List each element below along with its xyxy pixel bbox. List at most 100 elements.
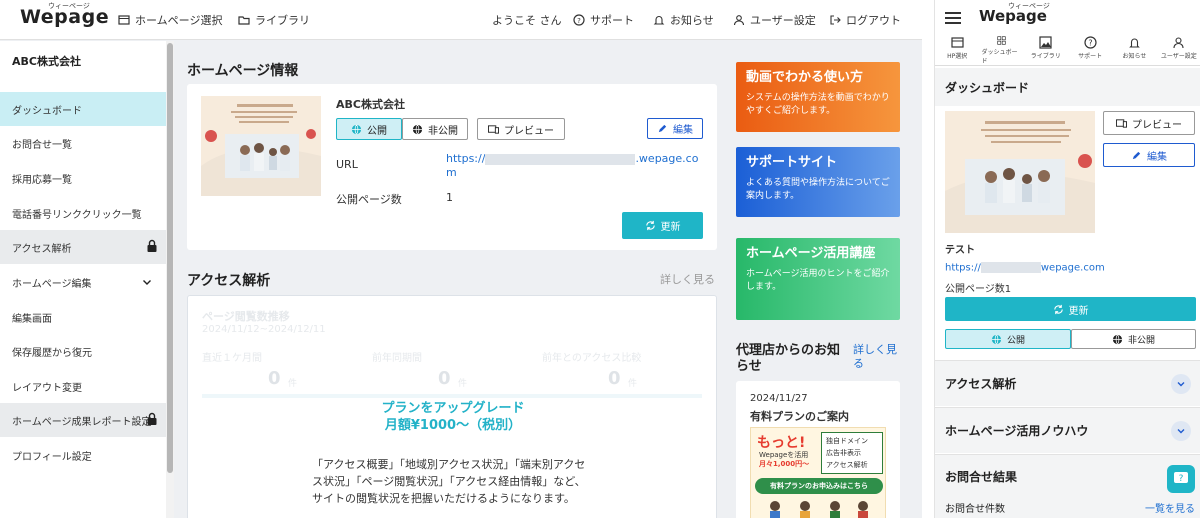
welcome-text: ようこそ さん [492, 14, 562, 27]
chevron-down-icon [1171, 421, 1191, 441]
mobile-nav-user-settings[interactable]: ユーザー設定 [1159, 36, 1199, 65]
help-chat-icon: ? [1174, 472, 1188, 484]
bell-icon [1129, 38, 1140, 48]
access-title: アクセス解析 [187, 273, 271, 289]
lock-icon [147, 412, 157, 425]
wepage-logo[interactable]: Wepage [20, 6, 109, 28]
nav-logout[interactable]: ログアウト [829, 12, 901, 28]
user-icon [733, 15, 745, 26]
faded-divider [202, 394, 702, 398]
mobile-edit-button[interactable]: 編集 [1103, 143, 1195, 167]
site-url-link[interactable]: https://.wepage.co m [446, 152, 708, 180]
mobile-inquiry-section: お問合せ結果 お問合せ件数 一覧を見る [935, 454, 1200, 518]
image-icon [1039, 36, 1052, 49]
sidebar-item-profile[interactable]: プロフィール設定 [0, 438, 166, 472]
sidebar: ABC株式会社 ダッシュボード お問合せ一覧 採用応募一覧 電話番号リンククリッ… [0, 41, 166, 518]
pages-label: 公開ページ数 [336, 193, 402, 206]
promo-cta: 有料プランのお申込みはこちら [755, 478, 883, 494]
mobile-nav-support[interactable]: ? サポート [1070, 36, 1110, 65]
news-date: 2024/11/27 [750, 393, 808, 404]
news-headline: 有料プランのご案内 [750, 410, 849, 423]
user-icon [1173, 37, 1184, 49]
faded-col-compare: 前年とのアクセス比較 [542, 353, 642, 364]
upgrade-heading: プランをアップグレード 月額¥1000～（税別） [381, 401, 525, 433]
sidebar-item-phone-clicks[interactable]: 電話番号リンククリック一覧 [0, 196, 166, 230]
promo-big: もっと! [757, 435, 806, 451]
faded-zero-3: 0 [608, 368, 621, 389]
mobile-nav-library[interactable]: ライブラリ [1026, 36, 1066, 65]
logout-icon [830, 15, 841, 25]
mobile-dashboard-title: ダッシュボード [935, 68, 1200, 106]
pages-value: 1 [446, 191, 453, 204]
sidebar-item-editor[interactable]: 編集画面 [0, 300, 166, 334]
url-label: URL [336, 158, 358, 171]
promo-bullet-3: アクセス解析 [826, 461, 868, 469]
update-button[interactable]: 更新 [622, 212, 703, 239]
sidebar-item-homepage-edit[interactable]: ホームページ編集 [0, 265, 166, 299]
nav-user-settings[interactable]: ユーザー設定 [733, 12, 816, 28]
banner-utilization-course[interactable]: ホームページ活用講座 ホームページ活用のヒントをご紹介します。 [736, 238, 900, 320]
public-toggle[interactable]: 公開 [336, 118, 402, 140]
sidebar-item-access[interactable]: アクセス解析 [0, 230, 166, 264]
browser-icon [118, 15, 130, 25]
mobile-accordion-knowhow[interactable]: ホームページ活用ノウハウ [935, 407, 1200, 453]
masked-subdomain [485, 153, 636, 165]
mobile-site-thumbnail[interactable] [945, 111, 1095, 233]
help-icon: ? [1084, 36, 1097, 49]
nav-library[interactable]: ライブラリ [238, 12, 310, 28]
nav-notice[interactable]: お知らせ [653, 12, 714, 28]
chat-help-button[interactable]: ? [1167, 465, 1195, 493]
mobile-site-url[interactable]: https://wepage.com [945, 262, 1105, 274]
mobile-public-toggle[interactable]: 公開 [945, 329, 1071, 349]
pencil-icon [658, 124, 667, 133]
sidebar-item-layout[interactable]: レイアウト変更 [0, 369, 166, 403]
chevron-down-icon [143, 280, 151, 285]
chevron-down-icon [1171, 374, 1191, 394]
thumbnail-image [945, 111, 1095, 233]
globe-icon [412, 124, 423, 134]
edit-button[interactable]: 編集 [647, 118, 703, 139]
mobile-inquiry-title: お問合せ結果 [945, 470, 1018, 484]
banner-support-site[interactable]: サポートサイト よくある質問や操作方法についてご案内します。 [736, 147, 900, 217]
mobile-logo[interactable]: Wepage [979, 7, 1047, 25]
private-toggle[interactable]: 非公開 [402, 118, 468, 140]
access-locked-card: ページ閲覧数推移 2024/11/12~2024/12/11 直近１ケ月間 前年… [187, 295, 717, 518]
devices-icon [1116, 118, 1127, 128]
upgrade-description: 「アクセス概要」「地域別アクセス状況」「端末別アクセス状況」「ページ閲覧状況」「… [312, 458, 586, 505]
mobile-inquiry-count-label: お問合せ件数 [945, 504, 1005, 515]
nav-support[interactable]: ? サポート [573, 12, 634, 28]
mobile-inquiry-list-link[interactable]: 一覧を見る [1145, 500, 1195, 515]
top-header: ウィーページ Wepage ホームページ選択 ライブラリ ようこそ さん ? サ… [0, 0, 922, 40]
sidebar-scrollbar[interactable] [166, 41, 174, 518]
faded-col-recent: 直近１ケ月間 [202, 353, 262, 364]
mobile-nav-dashboard[interactable]: ダッシュボード [981, 36, 1021, 65]
promo-bullet-1: 独自ドメイン [826, 437, 868, 445]
mobile-nav-notice[interactable]: お知らせ [1114, 36, 1154, 65]
site-thumbnail[interactable] [201, 96, 321, 196]
globe-icon [991, 334, 1002, 344]
svg-text:?: ? [577, 17, 581, 25]
globe-icon [1112, 334, 1123, 344]
hamburger-icon[interactable] [945, 11, 961, 25]
mobile-preview-button[interactable]: プレビュー [1103, 111, 1195, 135]
mobile-nav-hp-select[interactable]: HP選択 [937, 36, 977, 65]
mobile-private-toggle[interactable]: 非公開 [1071, 329, 1196, 349]
faded-chart-title: ページ閲覧数推移 [202, 310, 290, 323]
preview-button[interactable]: プレビュー [477, 118, 565, 140]
faded-range: 2024/11/12~2024/12/11 [202, 324, 326, 335]
access-more-link[interactable]: 詳しく見る [660, 271, 715, 287]
banner-video-guide[interactable]: 動画でわかる使い方 システムの操作方法を動画でわかりやすくご紹介します。 [736, 62, 900, 132]
sidebar-item-restore[interactable]: 保存履歴から復元 [0, 334, 166, 368]
sidebar-item-report[interactable]: ホームページ成果レポート設定 [0, 403, 166, 437]
agency-more-link[interactable]: 詳しく見る [853, 343, 903, 371]
sidebar-item-inquiries[interactable]: お問合せ一覧 [0, 126, 166, 160]
agency-news-card[interactable]: 2024/11/27 有料プランのご案内 もっと! Wepageを活用 月々1,… [736, 381, 900, 518]
mobile-accordion-access[interactable]: アクセス解析 [935, 360, 1200, 406]
mobile-update-button[interactable]: 更新 [945, 297, 1196, 321]
mobile-icon-nav: HP選択 ダッシュボード ライブラリ ? サポート お知らせ ユーザー設定 [935, 36, 1200, 66]
sidebar-item-applications[interactable]: 採用応募一覧 [0, 161, 166, 195]
sidebar-item-dashboard[interactable]: ダッシュボード [0, 92, 166, 126]
promo-image: もっと! Wepageを活用 月々1,000円～ 独自ドメイン 広告非表示 アク… [750, 427, 886, 518]
grid-icon [997, 36, 1006, 45]
nav-homepage-select[interactable]: ホームページ選択 [118, 12, 222, 28]
